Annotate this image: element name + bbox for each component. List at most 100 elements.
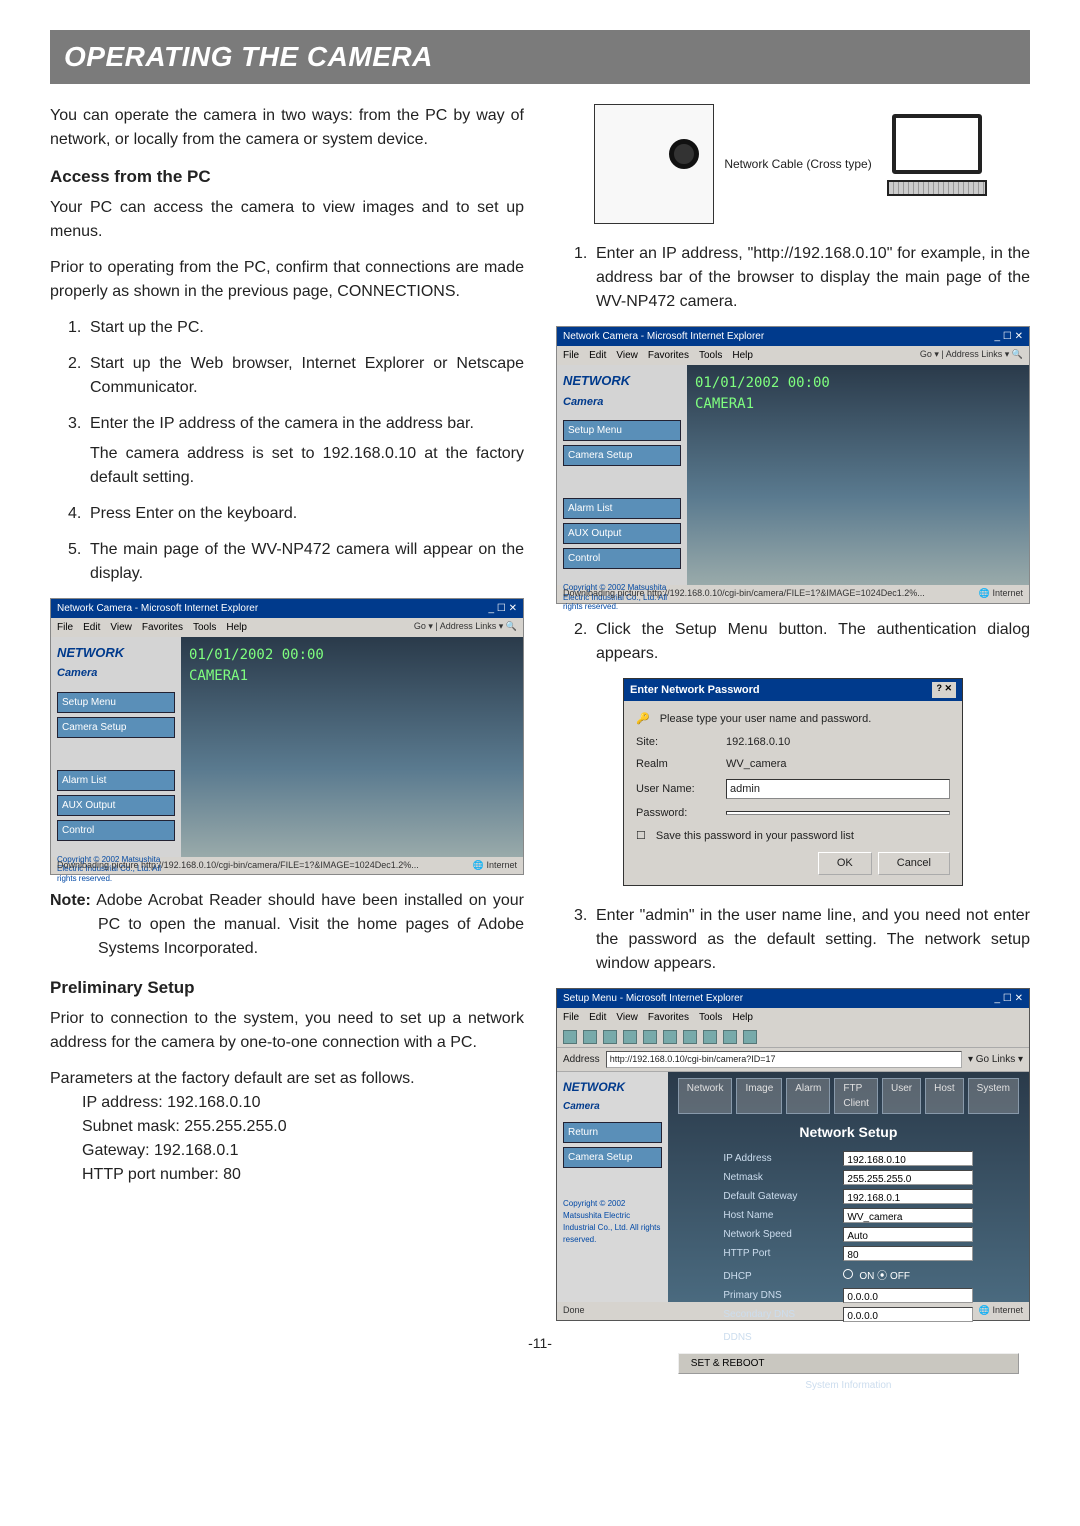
menu-item[interactable]: Help [226, 620, 247, 635]
refresh-icon[interactable] [623, 1030, 637, 1044]
save-checkbox[interactable]: ☐ [636, 828, 646, 845]
field-input[interactable]: 0.0.0.0 [843, 1288, 973, 1303]
address-go[interactable]: ▾ Go Links ▾ [968, 1052, 1023, 1067]
field-input[interactable]: 192.168.0.1 [843, 1189, 973, 1204]
tab-user[interactable]: User [882, 1078, 921, 1114]
row-dns1: Primary DNS 0.0.0.0 [678, 1288, 1019, 1303]
password-label: Password: [636, 805, 716, 822]
sidebar-btn[interactable]: Camera Setup [563, 445, 681, 466]
pc-diagram [882, 114, 992, 214]
mail-icon[interactable] [723, 1030, 737, 1044]
forward-icon[interactable] [583, 1030, 597, 1044]
key-icon: 🔑 [636, 711, 650, 728]
menu-item[interactable]: Edit [83, 620, 100, 635]
radio-icon[interactable] [843, 1269, 853, 1279]
setup-titlebar: Setup Menu - Microsoft Internet Explorer… [557, 989, 1029, 1008]
setup-content: Network Image Alarm FTP Client User Host… [668, 1072, 1029, 1302]
sidebar-btn[interactable]: Setup Menu [563, 420, 681, 441]
tab-network[interactable]: Network [678, 1078, 733, 1114]
sidebar-btn[interactable]: Control [57, 820, 175, 841]
note-label: Note: [50, 892, 91, 909]
cancel-button[interactable]: Cancel [878, 852, 950, 875]
step-num: 2. [68, 352, 90, 400]
sidebar-btn[interactable]: Camera Setup [57, 717, 175, 738]
step-text: Start up the PC. [90, 316, 524, 340]
menubar: File Edit View Favorites Tools Help Go ▾… [557, 346, 1029, 365]
field-radio[interactable]: ON ⦿ OFF [843, 1269, 973, 1284]
columns: You can operate the camera in two ways: … [50, 104, 1030, 1321]
history-icon[interactable] [703, 1030, 717, 1044]
sidebar-btn[interactable]: AUX Output [563, 523, 681, 544]
setup-body: NETWORK Camera Return Camera Setup Copyr… [557, 1072, 1029, 1302]
ok-button[interactable]: OK [818, 852, 872, 875]
username-input[interactable]: admin [726, 779, 950, 800]
tab-alarm[interactable]: Alarm [786, 1078, 830, 1114]
menu-item[interactable]: View [616, 1010, 638, 1025]
address-area: Go ▾ | Address Links ▾ 🔍 [920, 348, 1023, 363]
field-input[interactable]: 255.255.255.0 [843, 1170, 973, 1185]
back-icon[interactable] [563, 1030, 577, 1044]
print-icon[interactable] [743, 1030, 757, 1044]
field-label: Default Gateway [723, 1189, 833, 1204]
field-input[interactable]: WV_camera [843, 1208, 973, 1223]
tab-system[interactable]: System [968, 1078, 1019, 1114]
sidebar-btn[interactable]: Camera Setup [563, 1147, 662, 1168]
note-text: Adobe Acrobat Reader should have been in… [96, 892, 524, 957]
stop-icon[interactable] [603, 1030, 617, 1044]
status-zone: 🌐 Internet [473, 859, 517, 873]
right-steps: 1. Enter an IP address, "http://192.168.… [556, 242, 1030, 314]
menu-item[interactable]: File [563, 1010, 579, 1025]
sidebar-btn[interactable]: AUX Output [57, 795, 175, 816]
menu-item[interactable]: Tools [193, 620, 216, 635]
setup-sidebar: NETWORK Camera Return Camera Setup Copyr… [557, 1072, 668, 1302]
menu-item[interactable]: Favorites [142, 620, 183, 635]
set-reboot-button[interactable]: SET & REBOOT [678, 1353, 1019, 1374]
field-label: Network Speed [723, 1227, 833, 1242]
prelim-p1: Prior to connection to the system, you n… [50, 1007, 524, 1055]
menu-item[interactable]: File [57, 620, 73, 635]
window-controls: _ ☐ ✕ [489, 601, 517, 616]
field-input[interactable]: 80 [843, 1246, 973, 1261]
auth-title-buttons[interactable]: ? ✕ [932, 682, 956, 699]
tab-ftp[interactable]: FTP Client [834, 1078, 878, 1114]
menu-item[interactable]: Tools [699, 348, 722, 363]
field-input[interactable]: 192.168.0.10 [843, 1151, 973, 1166]
field-radio[interactable]: ON ⦿ OFF [843, 1330, 973, 1345]
field-input[interactable]: 0.0.0.0 [843, 1307, 973, 1322]
setup-address-bar: Address http://192.168.0.10/cgi-bin/came… [557, 1048, 1029, 1073]
field-select[interactable]: Auto [843, 1227, 973, 1242]
menu-item[interactable]: Favorites [648, 1010, 689, 1025]
access-heading: Access from the PC [50, 164, 524, 190]
status-text: Downloading picture http://192.168.0.10/… [57, 859, 419, 873]
setup-menubar: File Edit View Favorites Tools Help [557, 1008, 1029, 1027]
menu-item[interactable]: Edit [589, 348, 606, 363]
password-input[interactable] [726, 811, 950, 815]
sidebar-btn[interactable]: Alarm List [57, 770, 175, 791]
window-controls: _ ☐ ✕ [995, 991, 1023, 1006]
address-area: Go ▾ | Address Links ▾ 🔍 [414, 620, 517, 635]
sidebar-btn[interactable]: Setup Menu [57, 692, 175, 713]
menu-item[interactable]: Help [732, 348, 753, 363]
sidebar-btn[interactable]: Control [563, 548, 681, 569]
statusbar: Downloading picture http://192.168.0.10/… [557, 585, 1029, 603]
search-icon[interactable] [663, 1030, 677, 1044]
step-num: 1. [68, 316, 90, 340]
favorites-icon[interactable] [683, 1030, 697, 1044]
home-icon[interactable] [643, 1030, 657, 1044]
menu-item[interactable]: Tools [699, 1010, 722, 1025]
tab-image[interactable]: Image [736, 1078, 782, 1114]
camera-diagram [594, 104, 714, 224]
menu-item[interactable]: Help [732, 1010, 753, 1025]
menu-item[interactable]: Favorites [648, 348, 689, 363]
menu-item[interactable]: Edit [589, 1010, 606, 1025]
menu-item[interactable]: View [616, 348, 638, 363]
radio-icon[interactable] [843, 1330, 853, 1340]
step3-main: Enter the IP address of the camera in th… [90, 415, 474, 432]
sidebar-btn[interactable]: Return [563, 1122, 662, 1143]
menu-item[interactable]: View [110, 620, 132, 635]
tab-host[interactable]: Host [925, 1078, 964, 1114]
menu-item[interactable]: File [563, 348, 579, 363]
sidebar-btn[interactable]: Alarm List [563, 498, 681, 519]
status-text: Downloading picture http://192.168.0.10/… [563, 587, 925, 601]
address-field[interactable]: http://192.168.0.10/cgi-bin/camera?ID=17 [606, 1051, 962, 1069]
